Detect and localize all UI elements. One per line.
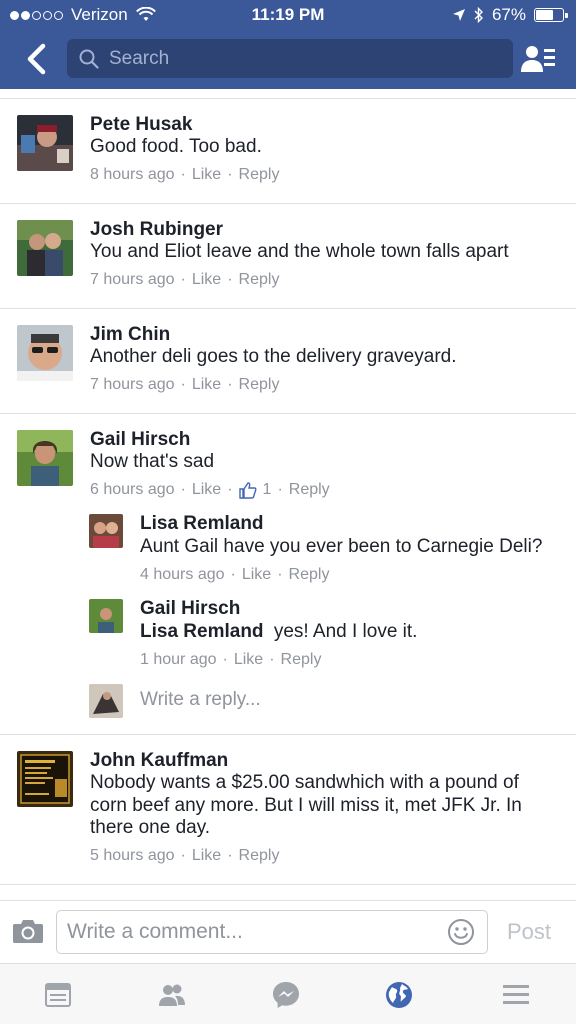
reply-link[interactable]: Reply [239,271,280,289]
my-avatar [89,684,123,718]
reply-link[interactable]: Reply [239,166,280,184]
reply-link[interactable]: Reply [281,651,322,669]
reply-link[interactable]: Reply [239,847,280,865]
reply-author-name[interactable]: Gail Hirsch [140,598,240,620]
reply-meta: 1 hour ago · Like · Reply [140,651,322,669]
comment-meta: 8 hours ago · Like · Reply [90,166,280,184]
navigation-row: Search [0,36,576,82]
comment-time: 7 hours ago [90,271,175,288]
friend-requests-icon[interactable] [520,44,556,74]
news-feed-icon[interactable] [43,980,73,1010]
avatar[interactable] [17,751,73,807]
status-bar: Verizon 11:19 PM 67% [0,0,576,30]
commenter-name[interactable]: Josh Rubinger [90,219,223,241]
post-button[interactable]: Post [507,919,551,945]
like-thumb-icon [238,482,257,499]
comment-meta: 5 hours ago · Like · Reply [90,847,280,865]
battery-percent: 67% [491,5,526,24]
reply-avatar[interactable] [89,514,123,548]
comment-item: Jim Chin Another deli goes to the delive… [0,309,576,414]
tab-bar [0,963,576,1024]
comment-text-line: there one day. [90,817,211,838]
commenter-name[interactable]: Pete Husak [90,114,192,136]
emoji-icon[interactable] [447,918,475,946]
like-link[interactable]: Like [192,166,221,184]
camera-icon[interactable] [12,917,44,945]
comment-meta: 7 hours ago · Like · Reply [90,271,280,289]
like-link[interactable]: Like [192,376,221,394]
comment-time: 6 hours ago [90,481,175,498]
battery-level [536,10,553,20]
reply-time: 4 hours ago [140,566,225,583]
avatar[interactable] [17,115,73,171]
search-placeholder: Search [109,47,170,69]
reply-avatar[interactable] [89,599,123,633]
reply-link[interactable]: Reply [289,481,330,499]
write-reply-input[interactable]: Write a reply... [140,689,261,711]
location-arrow-icon [452,9,465,21]
comment-meta: 6 hours ago · Like · 1 · Reply [90,481,330,499]
comment-composer: Write a comment... Post [0,900,576,963]
reply-author-name[interactable]: Lisa Remland [140,513,264,535]
comment-time: 5 hours ago [90,847,175,864]
comment-thread: Gail Hirsch Now that's sad 6 hours ago · … [0,414,576,735]
comment-time: 7 hours ago [90,376,175,393]
reply-text: Aunt Gail have you ever been to Carnegie… [140,536,543,557]
comment-item: John Kauffman Nobody wants a $25.00 sand… [0,735,576,885]
reply-text-row: Lisa Remland yes! And I love it. [140,621,417,644]
commenter-name[interactable]: Gail Hirsch [90,429,190,451]
reply-link[interactable]: Reply [289,566,330,584]
reply-text: yes! And I love it. [273,621,418,642]
friends-icon[interactable] [157,980,187,1010]
like-link[interactable]: Like [242,566,271,584]
search-input[interactable]: Search [67,39,513,78]
reply-link[interactable]: Reply [239,376,280,394]
commenter-name[interactable]: John Kauffman [90,750,228,772]
status-right: 67% [452,5,568,25]
like-link[interactable]: Like [192,847,221,865]
comment-text: Another deli goes to the delivery gravey… [90,346,457,367]
like-link[interactable]: Like [192,481,221,499]
comment-time: 8 hours ago [90,166,175,183]
menu-icon[interactable] [501,980,531,1010]
like-count: 1 [262,481,272,498]
back-arrow-icon[interactable] [22,42,52,76]
avatar[interactable] [17,325,73,381]
comment-input[interactable]: Write a comment... [56,910,488,954]
globe-icon[interactable] [384,980,414,1010]
comment-text-line: corn beef any more. But I will miss it, … [90,794,522,816]
avatar[interactable] [17,430,73,486]
search-icon [79,49,99,69]
mention-link[interactable]: Lisa Remland [140,621,264,642]
like-link[interactable]: Like [192,271,221,289]
comment-text: Nobody wants a $25.00 sandwhich with a p… [90,772,522,840]
comment-text: Good food. Too bad. [90,136,262,157]
comment-text-line: Nobody wants a $25.00 sandwhich with a p… [90,772,519,793]
comment-item: Pete Husak Good food. Too bad. 8 hours a… [0,99,576,204]
reply-meta: 4 hours ago · Like · Reply [140,566,330,584]
commenter-name[interactable]: Jim Chin [90,324,170,346]
avatar[interactable] [17,220,73,276]
bluetooth-icon [474,7,483,23]
battery-icon [534,8,568,22]
comment-text: Now that's sad [90,451,215,472]
reply-time: 1 hour ago [140,651,217,668]
comment-text: You and Eliot leave and the whole town f… [90,241,509,262]
messenger-icon[interactable] [271,980,301,1010]
comment-item: Josh Rubinger You and Eliot leave and th… [0,204,576,309]
comment-meta: 7 hours ago · Like · Reply [90,376,280,394]
header-bar: Verizon 11:19 PM 67% Search [0,0,576,89]
like-link[interactable]: Like [234,651,263,669]
comment-placeholder: Write a comment... [67,920,243,943]
